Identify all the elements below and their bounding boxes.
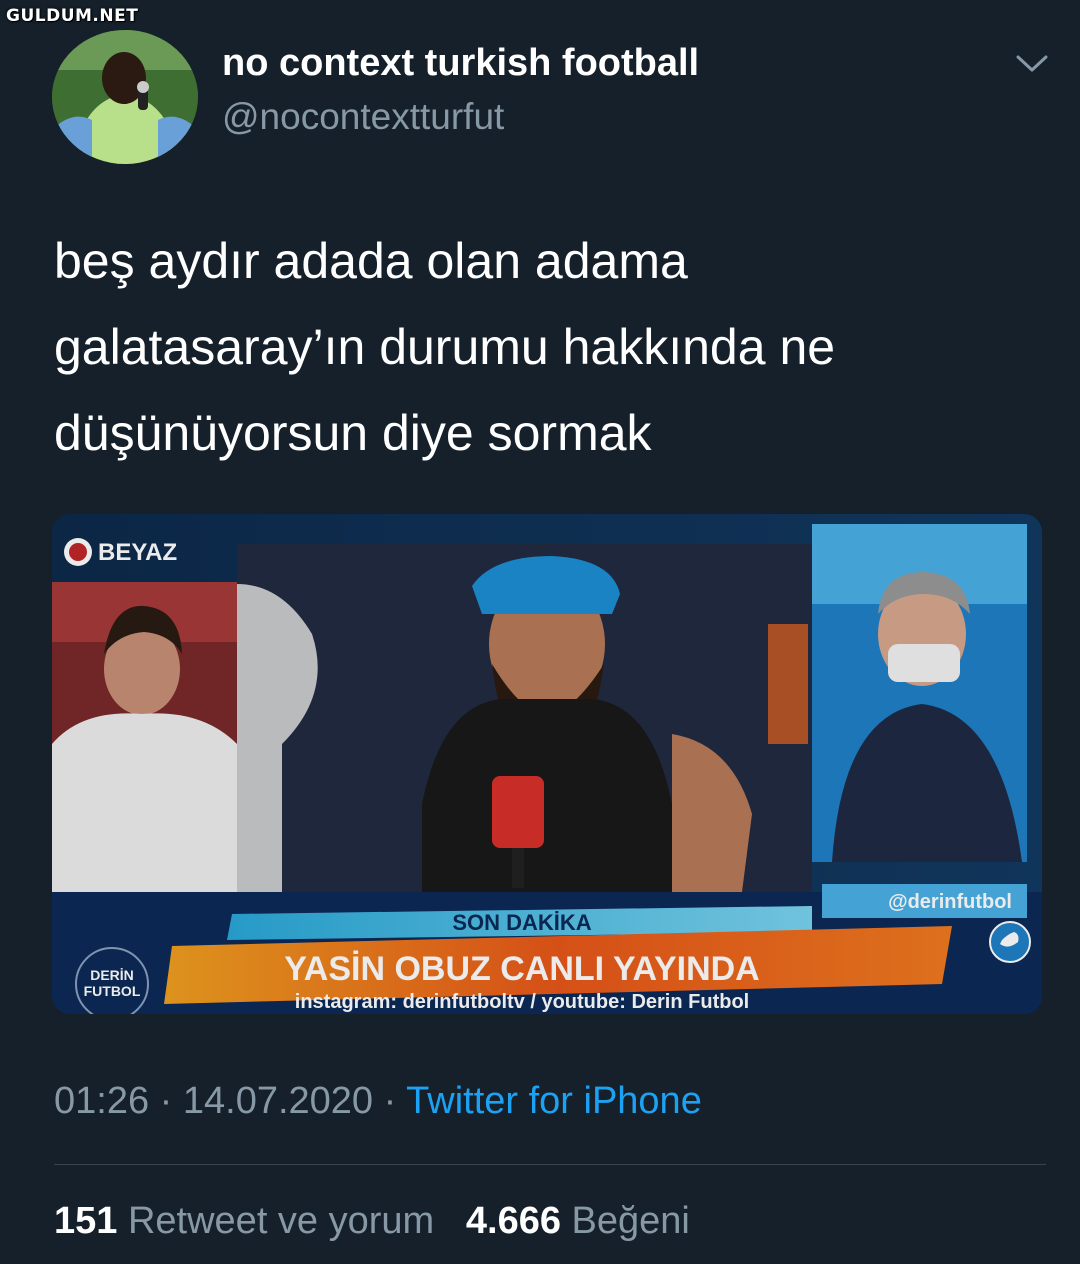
engagement-stats: 151 Retweet ve yorum 4.666 Beğeni: [54, 1200, 690, 1243]
tweet-text-line: düşünüyorsun diye sormak: [54, 405, 652, 461]
tweet-text: beş aydır adada olan adama galatasaray’ı…: [54, 218, 1044, 476]
watermark: GULDUM.NET: [6, 6, 139, 26]
tweet-meta: 01:26 · 14.07.2020 · Twitter for iPhone: [54, 1080, 702, 1123]
tweet-text-line: beş aydır adada olan adama: [54, 233, 688, 289]
source-link[interactable]: Twitter for iPhone: [406, 1080, 702, 1122]
avatar-image: [52, 30, 198, 164]
user-handle[interactable]: @nocontextturfut: [222, 96, 504, 138]
like-label: Beğeni: [571, 1200, 690, 1242]
tv-broadcast-photo: @derinfutbol SON DAKİKA YASİN OBUZ CANLI…: [52, 514, 1042, 1014]
display-name[interactable]: no context turkish football: [222, 42, 699, 85]
like-count: 4.666: [465, 1200, 561, 1242]
retweet-label: Retweet ve yorum: [127, 1200, 435, 1242]
tweet-text-line: galatasaray’ın durumu hakkında ne: [54, 319, 836, 375]
avatar[interactable]: [52, 30, 198, 164]
divider: [54, 1164, 1046, 1165]
tweet-media-image[interactable]: @derinfutbol SON DAKİKA YASİN OBUZ CANLI…: [52, 514, 1042, 1014]
chevron-down-icon[interactable]: [1014, 50, 1050, 76]
like-stat[interactable]: 4.666 Beğeni: [466, 1200, 690, 1242]
retweet-count: 151: [54, 1200, 118, 1242]
timestamp[interactable]: 01:26 · 14.07.2020 ·: [54, 1080, 406, 1122]
retweet-stat[interactable]: 151 Retweet ve yorum: [54, 1200, 434, 1242]
